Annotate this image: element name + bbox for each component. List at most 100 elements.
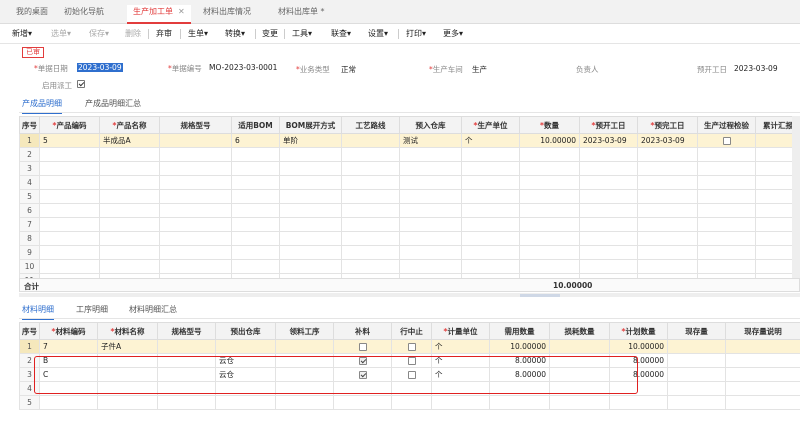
column-header[interactable]: 工艺路线 xyxy=(341,116,400,134)
tab-process-detail[interactable]: 工序明细 xyxy=(76,304,108,315)
table-cell[interactable]: 8.00000 xyxy=(489,367,550,382)
table-cell[interactable] xyxy=(231,203,280,218)
table-cell[interactable]: 7 xyxy=(39,339,98,354)
query-button[interactable]: 联查▾ xyxy=(331,28,351,39)
table-cell[interactable] xyxy=(97,367,158,382)
table-cell[interactable]: 10.00000 xyxy=(489,339,550,354)
row-checkbox[interactable] xyxy=(358,371,367,379)
table-cell[interactable] xyxy=(279,175,342,190)
column-header[interactable]: 适用BOM xyxy=(231,116,280,134)
table-row[interactable]: 3 xyxy=(19,161,800,176)
tab-product-summary[interactable]: 产成品明细汇总 xyxy=(85,98,141,109)
table-cell[interactable] xyxy=(97,353,158,368)
table-cell[interactable] xyxy=(399,161,462,176)
column-header[interactable]: 生产过程检验 xyxy=(697,116,756,134)
table-cell[interactable] xyxy=(519,161,580,176)
table-cell[interactable] xyxy=(579,161,638,176)
tab-material-issue-doc[interactable]: 材料出库单 * xyxy=(278,5,325,24)
table-cell[interactable] xyxy=(39,189,100,204)
table-cell[interactable] xyxy=(333,381,392,396)
table-cell[interactable] xyxy=(461,203,520,218)
table-cell[interactable] xyxy=(549,353,610,368)
doc-no-field[interactable]: MO-2023-03-0001 xyxy=(209,63,277,72)
table-cell[interactable] xyxy=(99,245,160,260)
dispatch-checkbox[interactable] xyxy=(77,80,85,88)
table-row[interactable]: 6 xyxy=(19,203,800,218)
biz-type-field[interactable]: 正常 xyxy=(341,64,356,75)
table-cell[interactable]: 10.00000 xyxy=(609,339,668,354)
table-cell[interactable] xyxy=(159,259,232,274)
table-cell[interactable] xyxy=(275,367,334,382)
table-cell[interactable] xyxy=(279,161,342,176)
table-cell[interactable] xyxy=(279,189,342,204)
table-row[interactable]: 2 xyxy=(19,147,800,162)
splitter-handle[interactable] xyxy=(520,294,560,297)
table-cell[interactable] xyxy=(391,353,432,368)
column-header[interactable]: BOM展开方式 xyxy=(279,116,342,134)
table-cell[interactable] xyxy=(399,259,462,274)
column-header[interactable]: *预完工日 xyxy=(637,116,698,134)
table-cell[interactable] xyxy=(725,395,800,410)
table-cell[interactable] xyxy=(549,395,610,410)
table-cell[interactable] xyxy=(461,259,520,274)
column-header[interactable]: 现存量说明 xyxy=(725,322,800,340)
table-cell[interactable] xyxy=(99,231,160,246)
table-cell[interactable] xyxy=(279,203,342,218)
column-header[interactable]: *生产单位 xyxy=(461,116,520,134)
table-cell[interactable] xyxy=(519,245,580,260)
column-header[interactable]: 行中止 xyxy=(391,322,432,340)
table-cell[interactable] xyxy=(549,339,610,354)
table-cell[interactable] xyxy=(333,353,392,368)
new-button[interactable]: 新增▾ xyxy=(12,28,32,39)
table-cell[interactable] xyxy=(391,381,432,396)
table-row[interactable]: 1 7 子件A 个 10.00000 10.00000 xyxy=(19,339,800,354)
convert-button[interactable]: 转换▾ xyxy=(225,28,245,39)
table-cell[interactable] xyxy=(579,259,638,274)
table-cell[interactable] xyxy=(231,259,280,274)
table-cell[interactable] xyxy=(39,259,100,274)
column-header[interactable]: *材料编码 xyxy=(39,322,98,340)
row-checkbox[interactable] xyxy=(407,343,416,351)
print-button[interactable]: 打印▾ xyxy=(406,28,426,39)
table-cell[interactable] xyxy=(461,231,520,246)
table-cell[interactable] xyxy=(231,189,280,204)
table-cell[interactable] xyxy=(159,161,232,176)
table-cell[interactable] xyxy=(231,231,280,246)
table-cell[interactable] xyxy=(159,203,232,218)
table-cell[interactable] xyxy=(461,189,520,204)
table-cell[interactable] xyxy=(39,245,100,260)
table-cell[interactable] xyxy=(99,175,160,190)
table-cell[interactable] xyxy=(637,147,698,162)
table-cell[interactable] xyxy=(667,353,726,368)
table-cell[interactable]: 子件A xyxy=(97,339,158,354)
table-cell[interactable] xyxy=(431,381,490,396)
table-cell[interactable]: 云仓 xyxy=(215,353,276,368)
table-cell[interactable] xyxy=(697,175,756,190)
table-cell[interactable] xyxy=(725,339,800,354)
workshop-field[interactable]: 生产 xyxy=(472,64,487,75)
table-cell[interactable] xyxy=(667,381,726,396)
column-header[interactable]: *计量单位 xyxy=(431,322,490,340)
table-cell[interactable] xyxy=(725,367,800,382)
more-button[interactable]: 更多▾ xyxy=(443,28,463,39)
table-row[interactable]: 5 xyxy=(19,189,800,204)
table-cell[interactable] xyxy=(519,189,580,204)
table-cell[interactable] xyxy=(99,161,160,176)
table-cell[interactable] xyxy=(637,231,698,246)
table-cell[interactable]: 半成品A xyxy=(99,133,160,148)
table-cell[interactable] xyxy=(157,395,216,410)
table-cell[interactable]: 8.00000 xyxy=(609,353,668,368)
table-cell[interactable] xyxy=(399,175,462,190)
column-header[interactable]: 预出仓库 xyxy=(215,322,276,340)
table-cell[interactable] xyxy=(333,339,392,354)
table-row[interactable]: 7 xyxy=(19,217,800,232)
table-cell[interactable] xyxy=(637,217,698,232)
table-cell[interactable] xyxy=(157,353,216,368)
table-cell[interactable] xyxy=(461,175,520,190)
table-cell[interactable]: 8.00000 xyxy=(489,353,550,368)
table-cell[interactable]: 2023-03-09 xyxy=(637,133,698,148)
table-row[interactable]: 4 xyxy=(19,381,800,396)
table-cell[interactable]: 6 xyxy=(231,133,280,148)
table-cell[interactable] xyxy=(637,161,698,176)
table-cell[interactable] xyxy=(697,231,756,246)
